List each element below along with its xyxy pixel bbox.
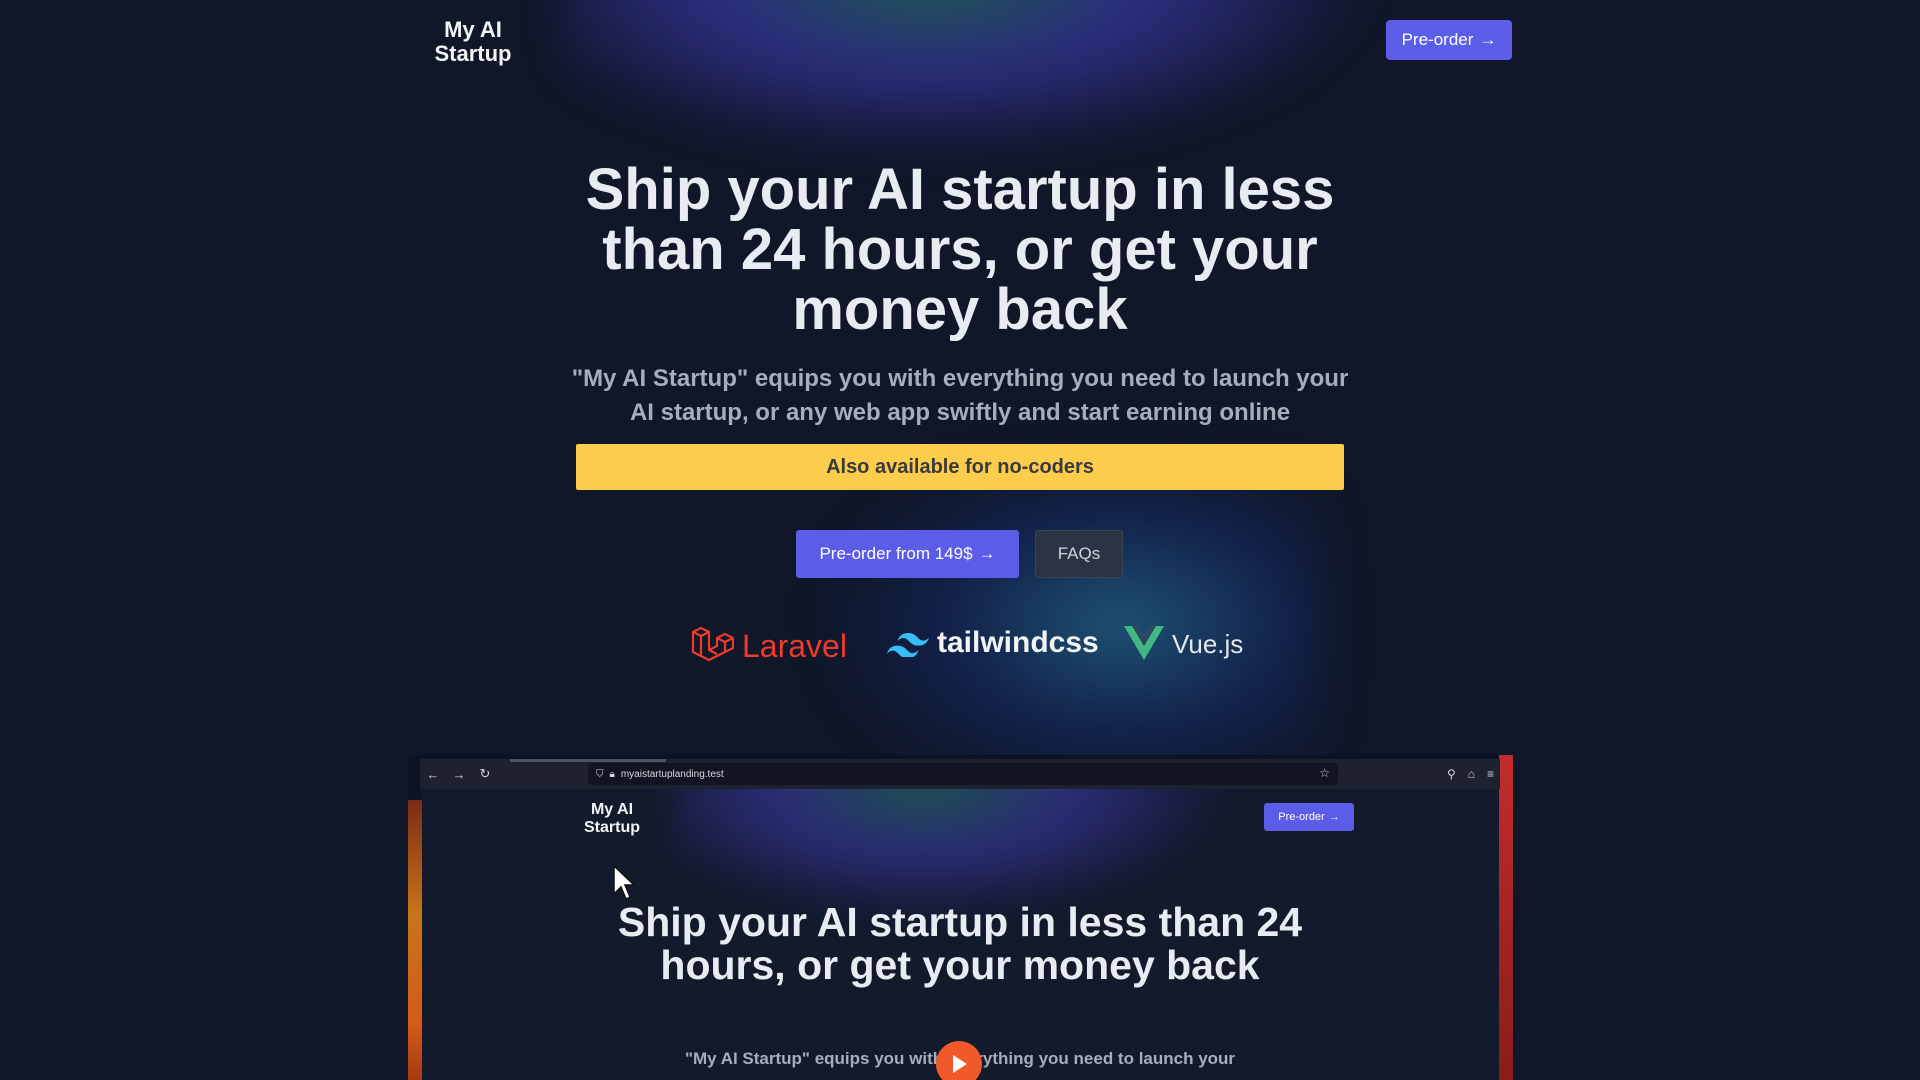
lock-icon: 🔒︎ bbox=[609, 768, 615, 780]
vue-label: Vue.js bbox=[1172, 628, 1244, 659]
browser-actions: ⚲ ⌂ ≡ bbox=[1447, 759, 1500, 789]
arrow-right-icon: → bbox=[1479, 30, 1497, 49]
play-button[interactable] bbox=[936, 1041, 982, 1080]
embedded-logo: My AI Startup bbox=[584, 801, 640, 836]
vue-logo: Vue.js bbox=[1124, 626, 1243, 662]
arrow-right-icon: → bbox=[978, 544, 996, 563]
laravel-icon bbox=[691, 626, 734, 662]
preorder-button[interactable]: Pre-order from 149$ → bbox=[796, 530, 1019, 578]
laravel-label: Laravel bbox=[742, 627, 847, 664]
header-glow bbox=[560, 0, 1380, 160]
tailwind-label: tailwindcss bbox=[937, 626, 1099, 659]
arrow-right-icon: → bbox=[1328, 811, 1340, 823]
wallpaper-left bbox=[408, 800, 422, 1080]
url-text: myaistartuplanding.test bbox=[620, 768, 724, 780]
header-preorder-label: Pre-order bbox=[1401, 30, 1474, 49]
puzzle-icon[interactable]: ⌂ bbox=[1468, 767, 1475, 781]
browser-toolbar: ← → ↻ ⛉ 🔒︎ myaistartuplanding.test ☆ ⚲ ⌂… bbox=[420, 759, 1500, 789]
vue-icon bbox=[1124, 626, 1164, 660]
embedded-page: My AI Startup Pre-order → Ship your AI s… bbox=[422, 789, 1499, 1080]
address-bar[interactable]: ⛉ 🔒︎ myaistartuplanding.test ☆ bbox=[588, 763, 1338, 785]
extension-icon[interactable]: ⚲ bbox=[1447, 767, 1456, 781]
mouse-cursor-icon bbox=[613, 864, 636, 901]
laravel-logo: Laravel bbox=[690, 624, 847, 668]
header-preorder-button[interactable]: Pre-order → bbox=[1386, 20, 1512, 60]
demo-video[interactable]: ← → ↻ ⛉ 🔒︎ myaistartuplanding.test ☆ ⚲ ⌂… bbox=[408, 755, 1513, 1080]
tailwind-icon bbox=[887, 633, 929, 657]
reload-icon[interactable]: ↻ bbox=[472, 766, 498, 782]
no-coders-banner: Also available for no-coders bbox=[576, 444, 1344, 490]
back-icon[interactable]: ← bbox=[420, 767, 446, 782]
menu-icon[interactable]: ≡ bbox=[1487, 767, 1494, 781]
active-tab-indicator bbox=[510, 759, 666, 762]
site-logo[interactable]: My AI Startup bbox=[433, 18, 513, 66]
play-icon bbox=[953, 1055, 967, 1073]
preorder-button-label: Pre-order from 149$ bbox=[819, 544, 973, 563]
forward-icon[interactable]: → bbox=[446, 767, 472, 782]
embedded-preorder-label: Pre-order bbox=[1278, 811, 1325, 823]
bookmark-star-icon[interactable]: ☆ bbox=[1319, 766, 1330, 780]
wallpaper-right bbox=[1499, 755, 1513, 1080]
hero-subtitle: "My AI Startup" equips you with everythi… bbox=[571, 365, 1349, 426]
tech-logos: Laravel tailwindcss Vue.js bbox=[0, 620, 1920, 670]
embedded-title: Ship your AI startup in less than 24 hou… bbox=[617, 899, 1303, 988]
shield-icon: ⛉ bbox=[596, 768, 604, 780]
faq-button[interactable]: FAQs bbox=[1035, 530, 1123, 578]
embedded-preorder-button: Pre-order → bbox=[1264, 803, 1354, 831]
hero-title: Ship your AI startup in less than 24 hou… bbox=[585, 157, 1335, 342]
tailwind-logo: tailwindcss bbox=[887, 626, 1099, 660]
